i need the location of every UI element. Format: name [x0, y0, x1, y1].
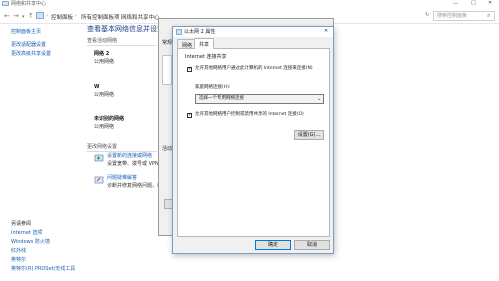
home-network-label: 家庭网络连接(H): — [195, 85, 231, 90]
sidebar-item-adapter-settings[interactable]: 更改适配器设置 — [11, 43, 46, 48]
network-icon — [2, 1, 9, 6]
background-dialog-label: 活动 — [162, 146, 173, 152]
breadcrumb-item[interactable]: 控制面板 — [51, 13, 73, 21]
background-dialog-tab: 常规 — [162, 40, 173, 46]
window-title: 网络和共享中心 — [11, 1, 47, 7]
group-title: Internet 连接共享 — [185, 54, 227, 60]
recent-dropdown-icon[interactable]: ▾ — [22, 14, 25, 20]
forward-arrow-icon[interactable]: → — [13, 12, 19, 20]
sidebar-home-link[interactable]: 控制面板主页 — [11, 30, 41, 35]
active-networks-label: 查看活动网络 — [87, 38, 118, 44]
change-settings-label: 更改网络设置 — [87, 144, 118, 150]
breadcrumb-item[interactable]: 网络和共享中心 — [121, 13, 160, 21]
new-connection-icon — [94, 154, 104, 162]
network-name: 未识别的网络 — [94, 116, 125, 122]
dialog-close-button[interactable]: ✕ — [324, 29, 328, 34]
search-icon[interactable]: ⌕ — [487, 13, 490, 19]
control-panel-icon — [36, 12, 44, 19]
settings-button[interactable]: 设置(G)... — [294, 130, 324, 140]
cancel-button[interactable]: 取消 — [294, 240, 330, 250]
checkmark-icon: ✓ — [188, 66, 193, 72]
task-title-link[interactable]: 问题疑难解答 — [107, 176, 137, 181]
task-title-link[interactable]: 设置新的连接或网络 — [107, 154, 152, 159]
chevron-down-icon[interactable]: ⌄ — [317, 97, 321, 102]
divider — [87, 151, 157, 152]
network-adapter-icon — [176, 29, 182, 35]
search-placeholder: 搜索控制面板 — [437, 13, 468, 19]
sidebar-item-advanced-sharing[interactable]: 更改高级共享设置 — [11, 52, 51, 57]
divider — [87, 45, 157, 46]
see-also-link[interactable]: Internet 选项 — [11, 231, 42, 236]
minimize-button[interactable]: — — [453, 2, 458, 7]
network-name: W — [94, 84, 100, 90]
network-name: 网络 2 — [94, 51, 110, 57]
see-also-link[interactable]: 红外线 — [11, 249, 26, 254]
checkmark-icon: ✓ — [188, 112, 193, 118]
maximize-button[interactable]: □ — [471, 1, 476, 6]
see-also-link[interactable]: 英特尔 — [11, 258, 26, 263]
refresh-button[interactable]: ↻ — [425, 13, 429, 18]
dialog-title-bar: 以太网 2 属性 ✕ — [173, 27, 333, 37]
ok-button[interactable]: 确定 — [255, 240, 291, 250]
tab-sharing[interactable]: 共享 — [194, 38, 215, 49]
close-button[interactable]: ✕ — [488, 1, 492, 6]
network-type: 公用网络 — [94, 59, 115, 65]
search-box[interactable]: 搜索控制面板 ⌕ — [433, 11, 495, 21]
see-also-link[interactable]: 英特尔(R) PROSet/无线工具 — [11, 267, 75, 272]
title-bar: 网络和共享中心 — □ ✕ — [0, 0, 499, 9]
allow-control-checkbox[interactable]: ✓ — [187, 112, 193, 118]
allow-control-label: 允许其他网络用户控制或禁用共享的 Internet 连接(O) — [195, 112, 304, 117]
home-network-select-value: 选择一个专用网络连接 — [199, 96, 244, 101]
home-network-select[interactable]: 选择一个专用网络连接 ⌄ — [195, 94, 324, 104]
up-arrow-icon[interactable]: ↑ — [28, 12, 34, 20]
allow-share-checkbox[interactable]: ✓ — [187, 66, 193, 72]
breadcrumb-item[interactable]: 所有控制面板项 — [81, 13, 120, 21]
see-also-link[interactable]: Windows 防火墙 — [11, 240, 50, 245]
see-also-heading: 另请参阅 — [11, 221, 32, 227]
allow-share-label: 允许其他网络用户通过此计算机的 Internet 连接来连接(N) — [195, 66, 313, 71]
dialog-title: 以太网 2 属性 — [184, 29, 216, 35]
network-type: 公用网络 — [94, 124, 115, 130]
back-arrow-icon[interactable]: ← — [4, 12, 10, 20]
troubleshoot-icon — [94, 176, 104, 184]
network-type: 公用网络 — [94, 92, 115, 98]
sharing-panel: Internet 连接共享 ✓ 允许其他网络用户通过此计算机的 Internet… — [177, 48, 330, 237]
ethernet-properties-dialog: 以太网 2 属性 ✕ 网络 共享 Internet 连接共享 ✓ 允许其他网络用… — [172, 26, 334, 254]
